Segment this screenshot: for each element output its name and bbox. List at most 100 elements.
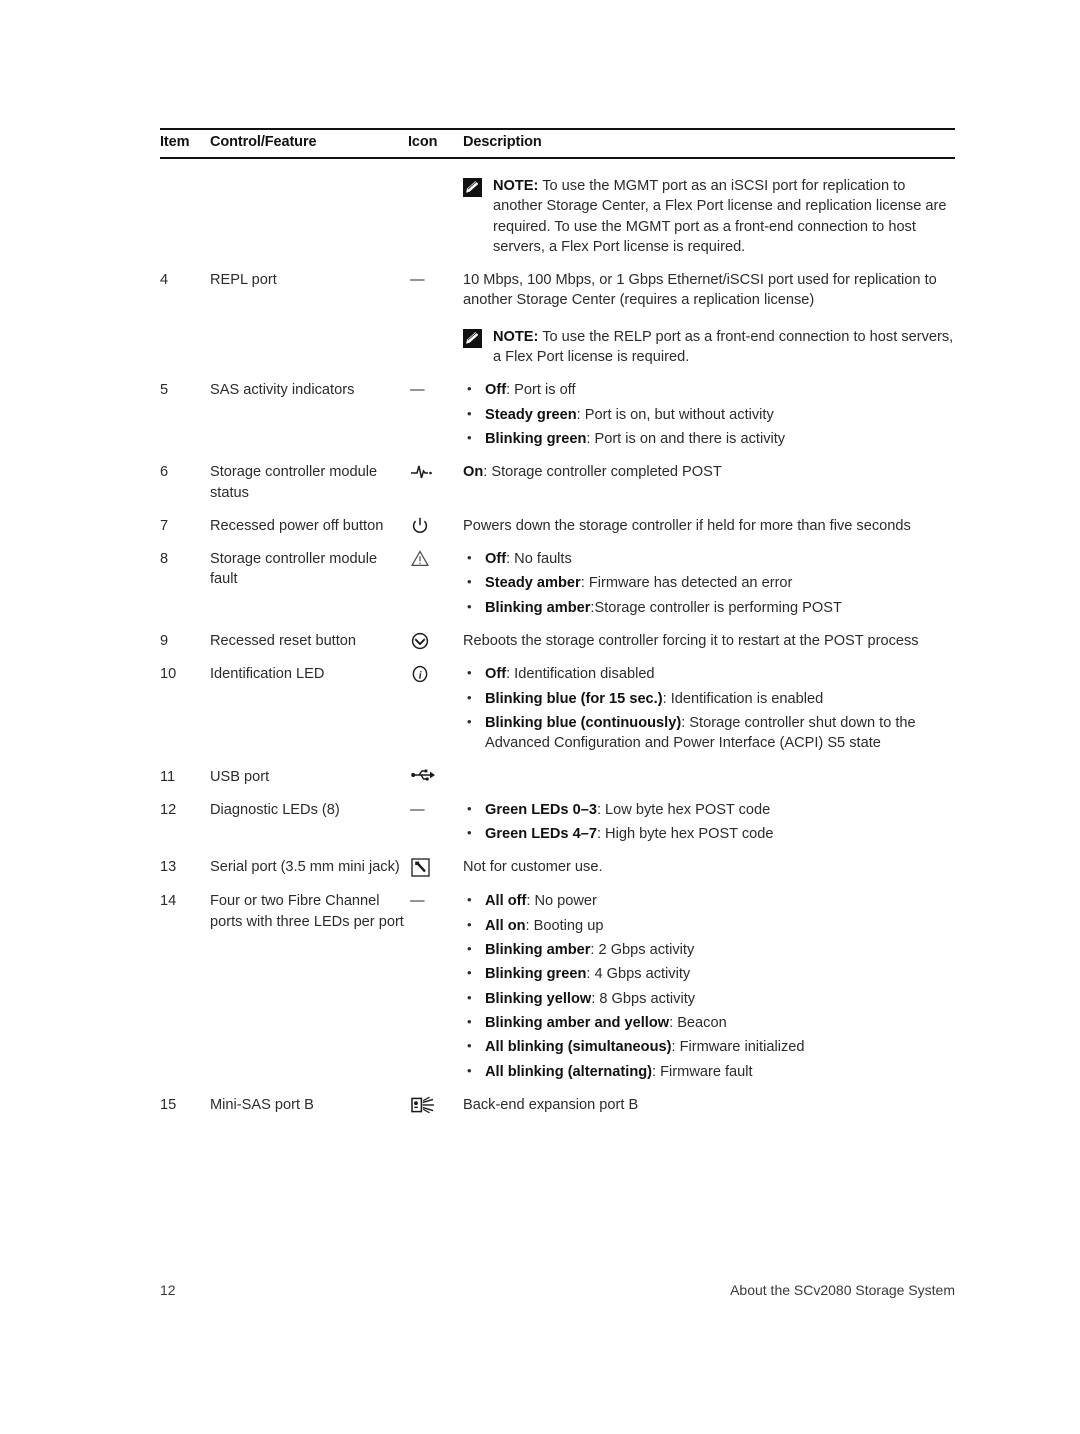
page-footer: 12 About the SCv2080 Storage System	[160, 1282, 955, 1298]
list-item: Blinking amber and yellow: Beacon	[463, 1012, 955, 1033]
cell-item: 9	[160, 633, 169, 650]
reset-circle-icon	[410, 631, 463, 651]
table-row: 15 Mini-SAS port B Back-end expansion po…	[160, 1082, 955, 1115]
cell-item: 5	[160, 382, 169, 399]
table-row: 12 Diagnostic LEDs (8) — Green LEDs 0–3:…	[160, 787, 955, 845]
serial-port-icon	[410, 857, 463, 878]
bullet-list: Off: Identification disabled Blinking bl…	[463, 663, 955, 754]
note-label: NOTE:	[493, 328, 539, 345]
document-page: Item Control/Feature Icon Description NO…	[160, 0, 955, 1434]
cell-icon: —	[408, 367, 463, 449]
table-body: NOTE: To use the MGMT port as an iSCSI p…	[160, 158, 955, 1115]
em-dash: —	[410, 893, 425, 910]
list-item: All off: No power	[463, 890, 955, 911]
footer-section-title: About the SCv2080 Storage System	[730, 1282, 955, 1298]
footer-page-number: 12	[160, 1282, 176, 1298]
table-row: 11 USB port	[160, 754, 955, 787]
bullet-bold: All blinking (simultaneous)	[485, 1039, 672, 1056]
list-item: Blinking green: 4 Gbps activity	[463, 963, 955, 984]
bullet-rest: : No power	[526, 893, 597, 910]
cell-control-feature: Storage controller module status	[210, 464, 378, 501]
cell-item: 10	[160, 666, 177, 683]
cell-item: 8	[160, 551, 169, 568]
bullet-rest: : Identification disabled	[506, 666, 655, 683]
cell-icon	[408, 754, 463, 787]
bullet-rest: : Booting up	[525, 917, 604, 934]
cell-control-feature: Diagnostic LEDs (8)	[210, 801, 340, 818]
list-item: Blinking blue (for 15 sec.): Identificat…	[463, 688, 955, 709]
cell-icon	[408, 449, 463, 503]
cell-icon	[408, 158, 463, 257]
bullet-list: Off: Port is off Steady green: Port is o…	[463, 379, 955, 449]
table-row: 14 Four or two Fibre Channel ports with …	[160, 878, 955, 1081]
table-row: 10 Identification LED i Off: Identificat…	[160, 651, 955, 753]
cell-control-feature: Storage controller module fault	[210, 551, 378, 588]
table-row: 6 Storage controller module status On: S…	[160, 449, 955, 503]
bullet-bold: Off	[485, 382, 507, 399]
bullet-bold: Blinking green	[485, 430, 587, 447]
bullet-bold: Blinking amber	[485, 599, 591, 616]
cell-icon: —	[408, 787, 463, 845]
bullet-rest: : 8 Gbps activity	[591, 990, 696, 1007]
cell-icon	[408, 503, 463, 536]
table-row: 5 SAS activity indicators — Off: Port is…	[160, 367, 955, 449]
cell-icon	[408, 844, 463, 878]
cell-icon: —	[408, 257, 463, 367]
cell-item: 7	[160, 517, 169, 534]
bullet-bold: All on	[485, 917, 526, 934]
cell-icon: —	[408, 878, 463, 1081]
column-header-description: Description	[463, 128, 955, 159]
bullet-bold: Steady amber	[485, 575, 581, 592]
bullet-bold: Steady green	[485, 406, 577, 423]
cell-item: 12	[160, 801, 177, 818]
bullet-rest: : Port is off	[506, 382, 576, 399]
cell-item: 11	[160, 768, 176, 785]
warning-triangle-icon	[410, 549, 463, 568]
bullet-bold: Off	[485, 551, 507, 568]
list-item: Off: Identification disabled	[463, 663, 955, 684]
cell-item: 6	[160, 464, 169, 481]
note-pencil-icon	[463, 328, 482, 348]
mini-sas-port-icon	[410, 1095, 463, 1115]
em-dash: —	[410, 801, 425, 818]
note-text: NOTE: To use the RELP port as a front-en…	[493, 327, 955, 368]
bullet-rest: : 4 Gbps activity	[586, 966, 691, 983]
note-text: NOTE: To use the MGMT port as an iSCSI p…	[493, 176, 955, 257]
bullet-bold: Blinking blue (for 15 sec.)	[485, 690, 663, 707]
list-item: All blinking (alternating): Firmware fau…	[463, 1060, 955, 1082]
note-callout: NOTE: To use the MGMT port as an iSCSI p…	[463, 176, 955, 257]
svg-text:i: i	[419, 671, 422, 682]
cell-icon: i	[408, 651, 463, 753]
note-label: NOTE:	[493, 178, 539, 194]
bullet-rest: : High byte hex POST code	[596, 826, 774, 843]
em-dash: —	[410, 272, 425, 289]
cell-description: Powers down the storage controller if he…	[463, 517, 911, 534]
table-row: 8 Storage controller module fault Off: N…	[160, 536, 955, 618]
bullet-bold: Blinking amber and yellow	[485, 1014, 670, 1031]
cell-description: NOTE: To use the MGMT port as an iSCSI p…	[463, 158, 955, 257]
cell-control-feature: Four or two Fibre Channel ports with thr…	[210, 893, 404, 930]
cell-item: 13	[160, 859, 177, 876]
bullet-rest: : Port is on and there is activity	[586, 430, 786, 447]
cell-description: Back-end expansion port B	[463, 1096, 639, 1113]
bullet-rest: : Low byte hex POST code	[596, 801, 771, 818]
list-item: All on: Booting up	[463, 915, 955, 936]
cell-description: Off: Identification disabled Blinking bl…	[463, 651, 955, 753]
list-item: All blinking (simultaneous): Firmware in…	[463, 1036, 955, 1057]
cell-icon	[408, 536, 463, 618]
table-row: 9 Recessed reset button Reboots the stor…	[160, 618, 955, 651]
bullet-rest: : Beacon	[669, 1014, 727, 1031]
list-item: Blinking blue (continuously): Storage co…	[463, 712, 955, 754]
bullet-bold: Green LEDs 4–7	[485, 826, 597, 843]
list-item: Blinking yellow: 8 Gbps activity	[463, 988, 955, 1009]
list-item: Steady green: Port is on, but without ac…	[463, 404, 955, 425]
cell-description: Green LEDs 0–3: Low byte hex POST code G…	[463, 787, 955, 845]
cell-control-feature: Identification LED	[210, 666, 325, 683]
note-body-text: To use the RELP port as a front-end conn…	[493, 328, 954, 366]
cell-description: Off: No faults Steady amber: Firmware ha…	[463, 536, 955, 618]
controls-features-table: Item Control/Feature Icon Description NO…	[160, 128, 955, 1115]
cell-control-feature: Serial port (3.5 mm mini jack)	[210, 859, 400, 876]
cell-description: Off: Port is off Steady green: Port is o…	[463, 367, 955, 449]
bullet-bold: Blinking green	[485, 966, 587, 983]
description-bold: On	[463, 464, 484, 481]
